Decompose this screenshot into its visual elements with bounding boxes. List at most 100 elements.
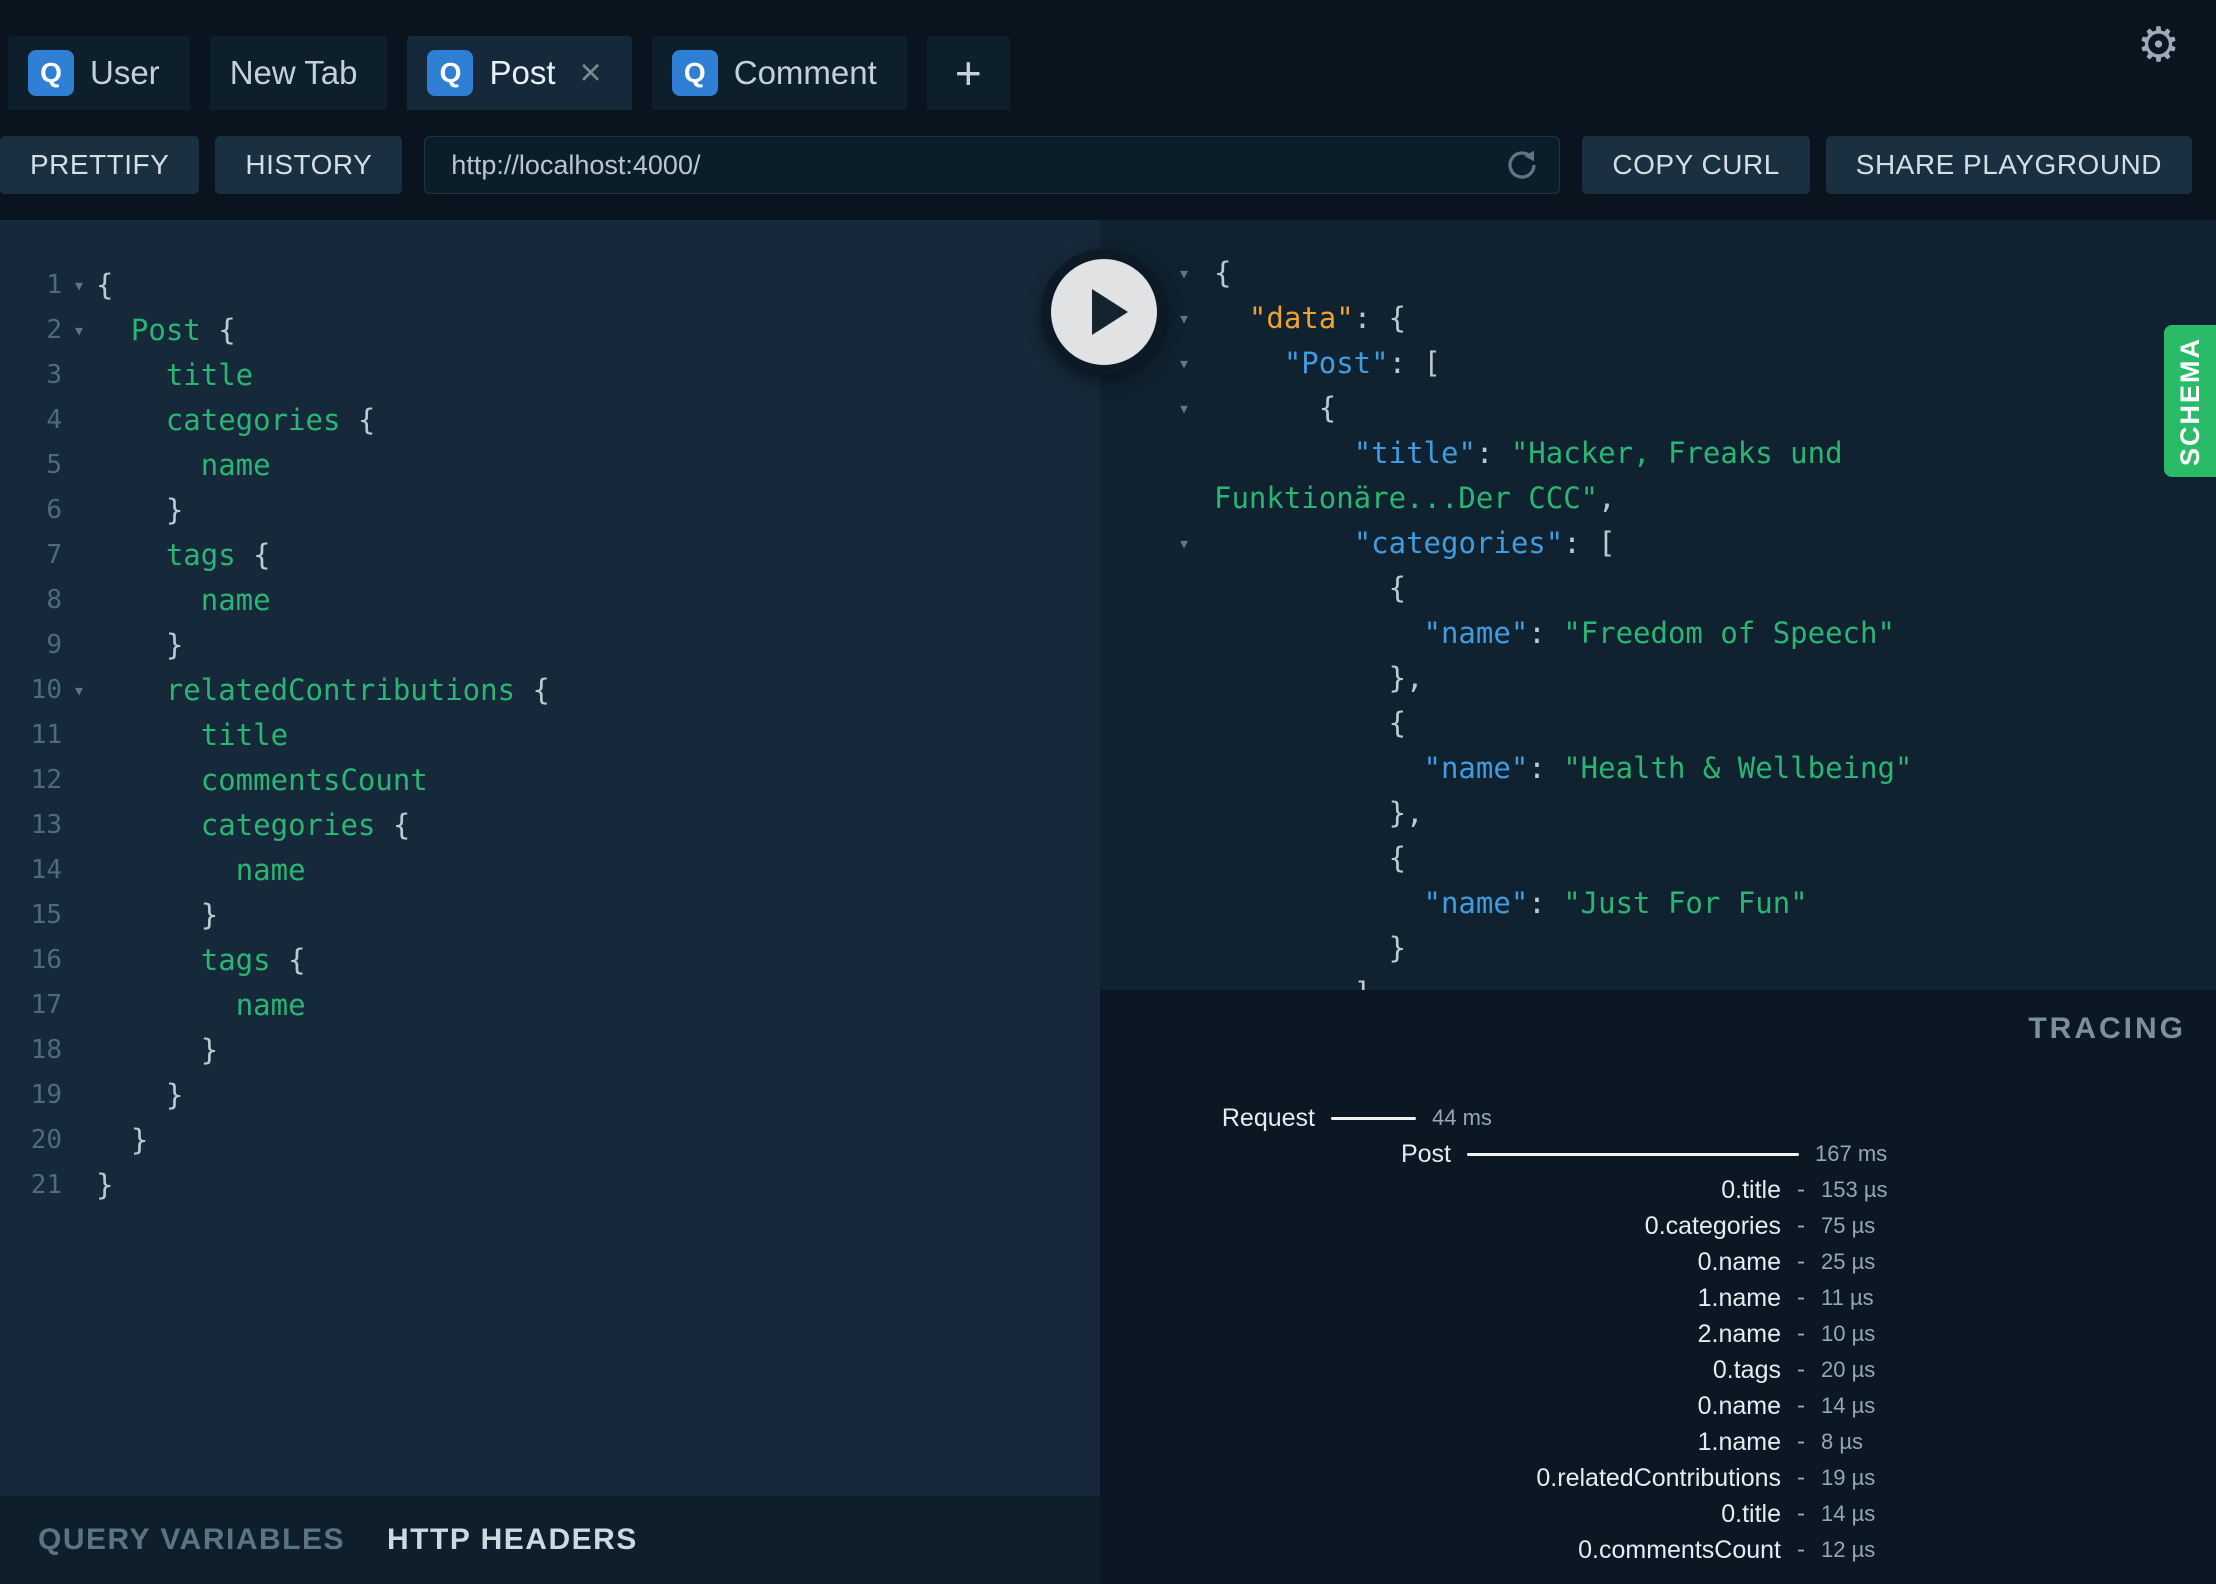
tracing-label: 1.name xyxy=(1697,1427,1781,1456)
editor-line: 4 categories { xyxy=(0,397,1100,442)
code-text: { xyxy=(1214,705,1407,740)
tracing-value: 14 µs xyxy=(1821,1393,1876,1418)
response-line: "name": "Just For Fun" xyxy=(1178,880,2216,925)
copy-curl-button[interactable]: COPY CURL xyxy=(1582,136,1810,194)
play-icon xyxy=(1092,289,1128,335)
code-text: tags { xyxy=(165,537,271,572)
line-number: 19 xyxy=(30,1079,62,1110)
line-number: 21 xyxy=(30,1169,62,1200)
tracing-label: 0.categories xyxy=(1644,1211,1781,1240)
tracing-label: 2.name xyxy=(1697,1319,1781,1348)
code-text: } xyxy=(96,492,184,527)
dash: - xyxy=(1797,1284,1805,1311)
tracing-value: 10 µs xyxy=(1821,1321,1876,1346)
code-text: "title": "Hacker, Freaks und xyxy=(1353,435,1843,470)
tracing-row: 0.tags -20 µs xyxy=(1100,1352,2216,1388)
fold-arrow-icon[interactable]: ▾ xyxy=(1178,261,1214,285)
response-line: }, xyxy=(1178,655,2216,700)
line-number: 6 xyxy=(46,494,62,525)
timing-bar xyxy=(1331,1116,1416,1120)
code-text: "name": "Health & Wellbeing" xyxy=(1423,750,1913,785)
execute-button[interactable] xyxy=(1041,249,1167,375)
code-text: title xyxy=(165,357,254,392)
http-headers-button[interactable]: HTTP HEADERS xyxy=(387,1523,638,1557)
tracing-value: 25 µs xyxy=(1821,1249,1876,1274)
fold-arrow-icon[interactable]: ▾ xyxy=(62,318,96,342)
code-text: commentsCount xyxy=(200,762,428,797)
line-number: 15 xyxy=(30,899,62,930)
code-text: "categories": [ xyxy=(1353,525,1616,560)
code-text: "Post": [ xyxy=(1283,345,1441,380)
line-number: 8 xyxy=(46,584,62,615)
close-icon[interactable]: × xyxy=(580,54,602,92)
schema-tab-label: SCHEMA xyxy=(2174,336,2205,466)
timing-bar xyxy=(1467,1152,1799,1156)
endpoint-bar xyxy=(424,136,1561,194)
code-text: Post { xyxy=(130,312,236,347)
tracing-row: Post 167 ms xyxy=(1100,1136,2216,1172)
editor-line: 15 } xyxy=(0,892,1100,937)
right-pane: ▾{▾ "data": {▾ "Post": [▾ { "title": "Ha… xyxy=(1100,220,2216,1584)
editor-line: 20 } xyxy=(0,1117,1100,1162)
response-line: ▾ "Post": [ xyxy=(1178,340,2216,385)
editor-line: 11 title xyxy=(0,712,1100,757)
response-line: ▾ "data": { xyxy=(1178,295,2216,340)
line-number: 17 xyxy=(30,989,62,1020)
tab-label: Comment xyxy=(733,54,877,91)
fold-arrow-icon[interactable]: ▾ xyxy=(1178,351,1214,375)
settings-gear-icon[interactable]: ⚙ xyxy=(2137,22,2180,70)
tab-new-tab[interactable]: New Tab xyxy=(209,36,388,110)
editor-line: 13 categories { xyxy=(0,802,1100,847)
code-text: "name": "Freedom of Speech" xyxy=(1423,615,1895,650)
schema-tab[interactable]: SCHEMA xyxy=(2164,325,2216,477)
tracing-label: 0.name xyxy=(1697,1247,1781,1276)
tracing-value: 167 ms xyxy=(1815,1141,1888,1166)
fold-arrow-icon[interactable]: ▾ xyxy=(62,273,96,297)
line-number: 4 xyxy=(46,404,62,435)
editor-line: 5 name xyxy=(0,442,1100,487)
code-text: "name": "Just For Fun" xyxy=(1423,885,1808,920)
tracing-row: 0.categories -75 µs xyxy=(1100,1208,2216,1244)
fold-arrow-icon[interactable]: ▾ xyxy=(1178,306,1214,330)
editor-line: 1 ▾{ xyxy=(0,262,1100,307)
line-number: 5 xyxy=(46,449,62,480)
code-text: }, xyxy=(1214,660,1424,695)
code-text: }, xyxy=(1214,795,1424,830)
editor-line: 17 name xyxy=(0,982,1100,1027)
editor-line: 19 } xyxy=(0,1072,1100,1117)
tab-comment[interactable]: Q Comment xyxy=(651,36,907,110)
editor-line: 9 } xyxy=(0,622,1100,667)
reload-icon[interactable] xyxy=(1504,147,1540,183)
tracing-row: 0.title -153 µs xyxy=(1100,1172,2216,1208)
query-editor-lines: 1 ▾{2 ▾ Post {3 title 4 categories {5 name 6… xyxy=(0,220,1100,1207)
tab-user[interactable]: Q User xyxy=(8,36,190,110)
code-text: Funktionäre...Der CCC", xyxy=(1214,480,1616,515)
endpoint-input[interactable] xyxy=(424,136,1561,194)
fold-arrow-icon[interactable]: ▾ xyxy=(1178,396,1214,420)
tracing-label: 0.relatedContributions xyxy=(1536,1463,1781,1492)
query-badge-icon: Q xyxy=(671,50,718,96)
fold-arrow-icon[interactable]: ▾ xyxy=(62,678,96,702)
prettify-button[interactable]: PRETTIFY xyxy=(0,136,200,194)
tab-post[interactable]: Q Post × xyxy=(407,36,632,110)
history-button[interactable]: HISTORY xyxy=(215,136,403,194)
dash: - xyxy=(1797,1176,1805,1203)
dash: - xyxy=(1797,1248,1805,1275)
fold-arrow-icon[interactable]: ▾ xyxy=(1178,531,1214,555)
tracing-value: 8 µs xyxy=(1821,1429,1864,1454)
share-playground-button[interactable]: SHARE PLAYGROUND xyxy=(1825,136,2192,194)
code-text: } xyxy=(96,1122,149,1157)
tracing-value: 14 µs xyxy=(1821,1501,1876,1526)
tab-bar: Q User New Tab Q Post × Q Comment + xyxy=(0,0,2216,110)
query-variables-button[interactable]: QUERY VARIABLES xyxy=(38,1523,345,1557)
code-text: "data": { xyxy=(1248,300,1407,335)
graphql-playground: Q User New Tab Q Post × Q Comment + ⚙ PRETTIFY … xyxy=(0,0,2216,1584)
tracing-value: 12 µs xyxy=(1821,1537,1876,1562)
query-editor[interactable]: 1 ▾{2 ▾ Post {3 title 4 categories {5 name 6… xyxy=(0,220,1100,1584)
new-tab-button[interactable]: + xyxy=(926,36,1010,110)
editor-line: 3 title xyxy=(0,352,1100,397)
code-text: categories { xyxy=(200,807,411,842)
code-text: name xyxy=(200,582,271,617)
response-line: "title": "Hacker, Freaks und xyxy=(1178,430,2216,475)
code-text: ] xyxy=(1214,976,1371,991)
